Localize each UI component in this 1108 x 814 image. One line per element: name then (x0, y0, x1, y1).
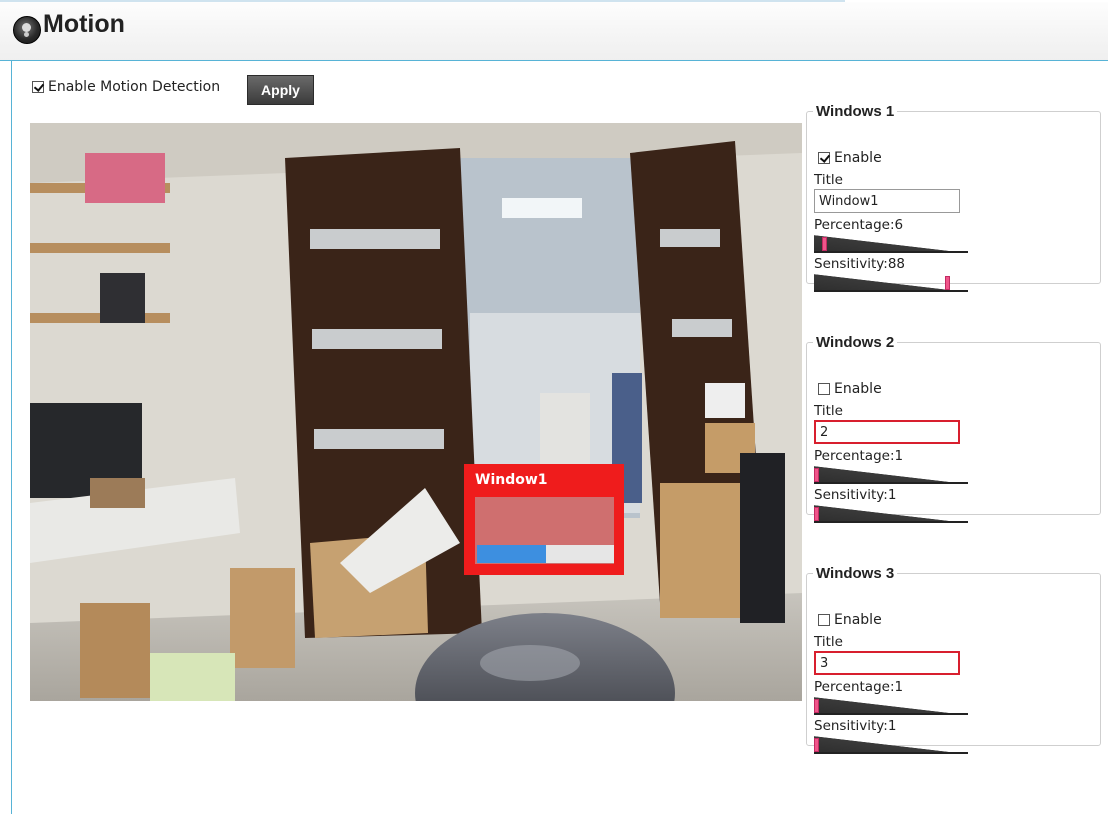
motion-window-title: Window1 (475, 472, 548, 488)
enable-motion-label: Enable Motion Detection (48, 79, 221, 95)
window-2-percentage-handle[interactable] (814, 468, 819, 482)
slider-track (814, 752, 968, 754)
page-header: Motion (0, 2, 1108, 61)
slider-track (814, 482, 968, 484)
camera-preview[interactable]: Window1 (30, 123, 802, 701)
window-1-sensitivity-slider[interactable] (814, 274, 968, 292)
window-2-legend: Windows 2 (816, 334, 895, 351)
window-1-title-input[interactable] (814, 189, 960, 213)
window-3-group: Windows 3 Enable Title Percentage:1 Sens… (806, 565, 1101, 754)
window-1-enable-label: Enable (834, 150, 882, 166)
window-2-title-input[interactable] (814, 420, 960, 444)
slider-track (814, 521, 968, 523)
window-3-sensitivity-label: Sensitivity:1 (814, 718, 897, 734)
window-3-enable-checkbox[interactable] (818, 614, 830, 626)
enable-motion-checkbox[interactable] (32, 81, 44, 93)
window-2-percentage-label: Percentage:1 (814, 448, 904, 464)
window-2-enable-label: Enable (834, 381, 882, 397)
window-1-legend: Windows 1 (816, 103, 895, 120)
camera-scene-image (30, 123, 802, 701)
window-1-percentage-label: Percentage:6 (814, 217, 904, 233)
window-3-sensitivity-handle[interactable] (814, 738, 819, 752)
apply-button[interactable]: Apply (247, 75, 314, 105)
window-3-percentage-handle[interactable] (814, 699, 819, 713)
window-1-sensitivity-handle[interactable] (945, 276, 950, 290)
window-3-title-label: Title (814, 634, 843, 650)
camera-logo-icon (13, 16, 41, 44)
enable-motion-row[interactable]: Enable Motion Detection (32, 79, 220, 95)
window-2-percentage-slider[interactable] (814, 466, 968, 484)
window-3-percentage-slider[interactable] (814, 697, 968, 715)
window-1-enable-row[interactable]: Enable (818, 150, 882, 166)
window-2-enable-row[interactable]: Enable (818, 381, 882, 397)
slider-track (814, 290, 968, 292)
page-title: Motion (43, 10, 125, 38)
window-1-enable-checkbox[interactable] (818, 152, 830, 164)
motion-window-overlay[interactable]: Window1 (464, 464, 624, 575)
window-2-sensitivity-handle[interactable] (814, 507, 819, 521)
window-1-sensitivity-label: Sensitivity:88 (814, 256, 906, 272)
window-2-title-label: Title (814, 403, 843, 419)
window-1-group: Windows 1 Enable Title Percentage:6 Sens… (806, 103, 1101, 292)
window-1-percentage-handle[interactable] (822, 237, 827, 251)
slider-track (814, 251, 968, 253)
window-2-sensitivity-label: Sensitivity:1 (814, 487, 897, 503)
window-3-title-input[interactable] (814, 651, 960, 675)
window-2-sensitivity-slider[interactable] (814, 505, 968, 523)
motion-level-fill (477, 545, 546, 563)
window-3-enable-label: Enable (834, 612, 882, 628)
window-2-group: Windows 2 Enable Title Percentage:1 Sens… (806, 334, 1101, 523)
window-3-percentage-label: Percentage:1 (814, 679, 904, 695)
window-3-sensitivity-slider[interactable] (814, 736, 968, 754)
motion-level-bar (477, 545, 614, 563)
window-3-enable-row[interactable]: Enable (818, 612, 882, 628)
window-2-enable-checkbox[interactable] (818, 383, 830, 395)
window-1-percentage-slider[interactable] (814, 235, 968, 253)
slider-track (814, 713, 968, 715)
window-1-title-label: Title (814, 172, 843, 188)
window-3-legend: Windows 3 (816, 565, 895, 582)
